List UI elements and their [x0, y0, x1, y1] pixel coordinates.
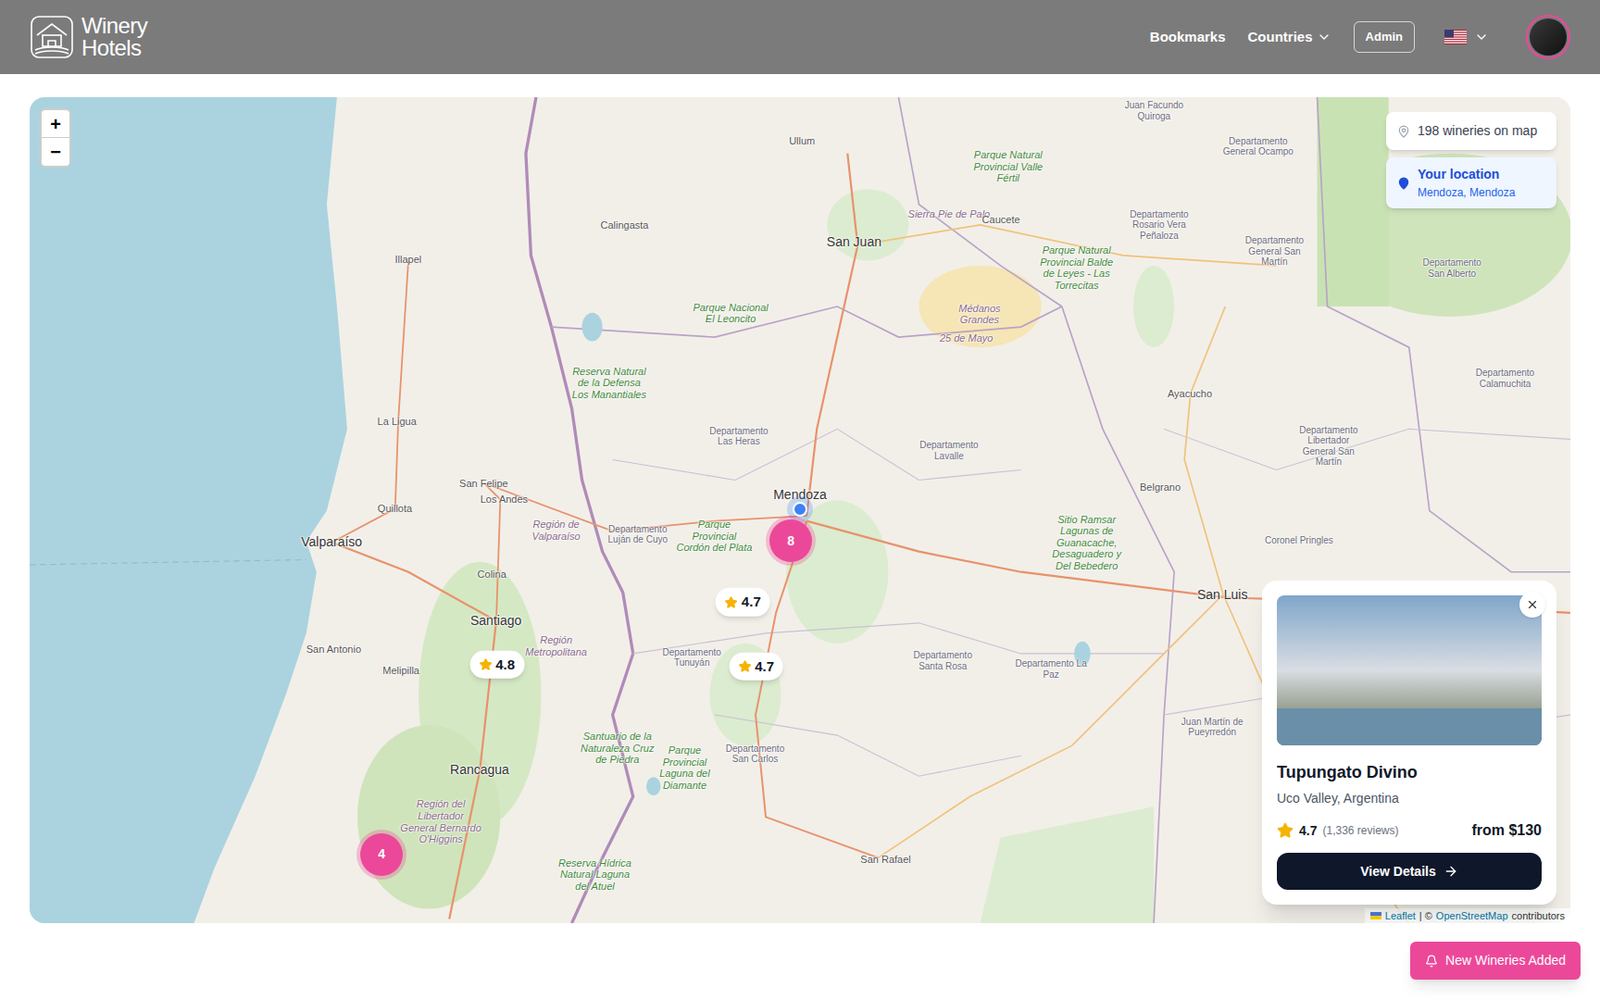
ukraine-flag-icon — [1370, 912, 1382, 920]
location-pin-icon — [1397, 176, 1411, 190]
app: WineryHotels Bookmarks Countries Admin Ullum… — [0, 0, 1600, 1000]
bell-icon — [1425, 954, 1438, 968]
user-avatar[interactable] — [1525, 14, 1571, 60]
winery-popup: Tupungato DivinoUco Valley, Argentina 4.7… — [1262, 580, 1557, 905]
map-label: Región de Valparaíso — [514, 519, 599, 543]
map-label: Reserva Hídrica Natural Laguna del Atuel — [556, 857, 635, 893]
winery-rating: 4.7 — [1299, 821, 1317, 841]
map-label: Ayacucho — [1167, 385, 1213, 401]
map-label: San Luis — [1197, 584, 1248, 604]
close-button[interactable] — [1519, 591, 1546, 618]
winery-photo — [1276, 595, 1542, 746]
map-label: San Felipe — [459, 475, 509, 491]
map-label: Región del Libertador General Bernardo O… — [399, 798, 483, 846]
logo[interactable]: WineryHotels — [29, 14, 148, 60]
star-icon — [737, 660, 751, 674]
map-label: La Ligua — [377, 413, 417, 430]
your-location-card: Your locationMendoza, Mendoza — [1386, 157, 1557, 209]
zoom-in-button[interactable]: + — [41, 110, 70, 138]
logo-text: Winery — [81, 14, 148, 38]
nav: Bookmarks Countries Admin — [1150, 14, 1571, 60]
map-label: Santuario de la Naturaleza Cruz de Piedr… — [578, 730, 657, 766]
winery-logo-icon — [29, 14, 75, 60]
nav-link[interactable]: Bookmarks — [1150, 26, 1226, 49]
star-icon — [478, 658, 492, 672]
winery-title: Tupungato Divino — [1276, 760, 1542, 786]
rating-marker[interactable]: 4.8 — [469, 650, 525, 679]
leaflet-link[interactable]: Leaflet — [1385, 908, 1416, 925]
wineries-count-badge: 198 wineries on map — [1386, 112, 1557, 150]
winery-price: from $130 — [1471, 819, 1542, 842]
cluster-marker[interactable]: 4 — [356, 829, 407, 880]
map-label: Coronel Pringles — [1264, 536, 1334, 548]
arrow-right-icon — [1443, 863, 1459, 879]
logo-text: Hotels — [81, 37, 148, 60]
map-label: Ullum — [788, 133, 815, 150]
map-label: Departamento Rosario Vera Peñaloza — [1122, 209, 1197, 242]
rating-marker[interactable]: 4.7 — [715, 587, 771, 617]
map-label: Médanos Grandes — [937, 302, 1022, 326]
map[interactable]: Ullum Calingasta San Juan Illapel Parque Nac… — [29, 97, 1571, 924]
map-label: Parque Natural Provincial Balde de Leyes… — [1037, 244, 1116, 292]
winery-location: Uco Valley, Argentina — [1276, 788, 1542, 809]
map-label: Departamento Calamuchita — [1467, 367, 1542, 389]
map-label: San Antonio — [306, 641, 362, 658]
map-label: 25 de Mayo — [939, 332, 993, 345]
star-icon — [1276, 822, 1294, 839]
map-label: Belgrano — [1139, 479, 1181, 496]
us-flag-icon — [1444, 29, 1467, 45]
admin-button[interactable]: Admin — [1353, 21, 1415, 53]
map-label: Quillota — [377, 500, 413, 517]
map-label: Reserva Natural de la Defensa Los Manant… — [570, 365, 649, 401]
map-label: Sitio Ramsar Lagunas de Guanacache, Desa… — [1048, 513, 1126, 573]
language-selector[interactable] — [1444, 29, 1489, 45]
map-label: Parque Provincial Laguna del Diamante — [645, 744, 724, 792]
map-label: Colina — [477, 565, 507, 582]
star-icon — [725, 595, 738, 609]
zoom-out-button[interactable]: − — [41, 137, 70, 166]
winery-reviews: (1,336 reviews) — [1322, 822, 1399, 839]
map-label: Valparaíso — [300, 532, 363, 552]
map-label: Calingasta — [600, 217, 649, 234]
map-label: Departamento Luján de Cuyo — [600, 523, 675, 545]
map-label: Departamento San Alberto — [1414, 257, 1489, 279]
map-label: Región Metropolitana — [514, 634, 599, 658]
close-icon — [1525, 598, 1539, 612]
osm-link[interactable]: OpenStreetMap — [1436, 908, 1509, 925]
map-label: Departamento San Carlos — [718, 742, 793, 764]
map-label: Juan Martín de Pueyrredón — [1175, 715, 1250, 738]
map-label: Departamento Las Heras — [701, 425, 776, 447]
map-label: Illapel — [394, 251, 422, 268]
header: WineryHotels Bookmarks Countries Admin — [0, 0, 1600, 75]
map-label: Departamento Lavalle — [912, 439, 987, 462]
map-label: Santiago — [470, 611, 522, 631]
map-attribution: Leaflet| ©OpenStreetMapcontributors — [1364, 908, 1571, 925]
map-label: Departamento General Ocampo — [1221, 135, 1296, 157]
map-label: Los Andes — [480, 491, 528, 508]
map-label: Sierra Pie de Palo — [908, 207, 991, 220]
map-label: Departamento Tunuyán — [654, 646, 729, 668]
cluster-marker[interactable]: 8 — [765, 515, 816, 566]
map-label: Rancagua — [450, 760, 510, 780]
map-label: Departamento La Paz — [1013, 658, 1088, 680]
map-label: Departamento Santa Rosa — [905, 650, 980, 672]
view-details-button[interactable]: View Details — [1276, 852, 1542, 890]
map-label: Parque Natural Provincial Valle Fértil — [969, 149, 1048, 185]
rating-marker[interactable]: 4.7 — [728, 652, 784, 682]
map-label: Melipilla — [382, 662, 420, 679]
map-label: Departamento General San Martín — [1237, 235, 1312, 268]
countries-dropdown[interactable]: Countries — [1248, 26, 1332, 49]
map-label: Parque Provincial Cordón del Plata — [675, 518, 753, 554]
map-label: San Rafael — [860, 851, 911, 868]
zoom-controls: +− — [39, 108, 72, 168]
map-label: Caucete — [982, 212, 1021, 228]
new-wineries-button[interactable]: New Wineries Added — [1410, 941, 1581, 980]
map-label: Departamento Libertador General San Mart… — [1291, 425, 1366, 468]
chevron-down-icon — [1316, 29, 1332, 45]
chevron-down-icon — [1474, 29, 1489, 45]
map-label: Parque Nacional El Leoncito — [691, 301, 770, 325]
map-label: San Juan — [826, 232, 882, 252]
map-label: Juan Facundo Quiroga — [1116, 100, 1191, 122]
map-pin-icon — [1397, 125, 1411, 138]
